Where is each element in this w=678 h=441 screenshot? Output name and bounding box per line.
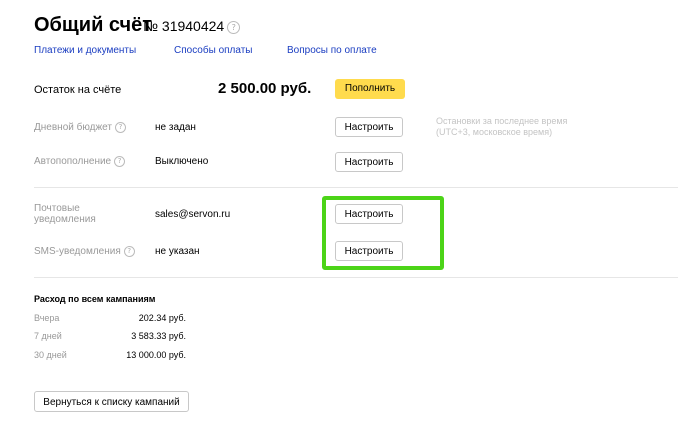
sms-notifications-label: SMS-уведомления?	[34, 246, 135, 257]
account-number: № 31940424?	[143, 18, 241, 34]
autopay-configure-button[interactable]: Настроить	[335, 152, 403, 172]
highlight-frame	[322, 196, 444, 270]
spending-label-30days: 30 дней	[34, 350, 67, 360]
spending-value-30days: 13 000.00 руб.	[126, 350, 186, 360]
stoppages-note: Остановки за последнее время (UTC+3, мос…	[436, 116, 567, 138]
spending-title: Расход по всем кампаниям	[34, 294, 156, 304]
help-icon[interactable]: ?	[114, 156, 126, 167]
daily-budget-label-text: Дневной бюджет	[34, 122, 112, 134]
back-to-campaigns-button[interactable]: Вернуться к списку кампаний	[34, 391, 189, 412]
balance-label: Остаток на счёте	[34, 84, 122, 96]
help-icon[interactable]: ?	[123, 246, 135, 257]
daily-budget-value: не задан	[155, 122, 196, 133]
link-payment-questions[interactable]: Вопросы по оплате	[287, 45, 377, 56]
link-payment-methods[interactable]: Способы оплаты	[174, 45, 253, 56]
spending-label-yesterday: Вчера	[34, 313, 60, 323]
link-payments-documents[interactable]: Платежи и документы	[34, 45, 136, 56]
help-icon[interactable]: ?	[114, 122, 126, 133]
sms-notifications-label-text: SMS-уведомления	[34, 246, 121, 258]
autopay-label-text: Автопополнение	[34, 156, 112, 168]
stoppages-note-line2: (UTC+3, московское время)	[436, 127, 553, 137]
account-number-text: № 31940424	[143, 18, 225, 34]
topup-button[interactable]: Пополнить	[335, 79, 405, 99]
autopay-value: Выключено	[155, 156, 209, 167]
daily-budget-configure-button[interactable]: Настроить	[335, 117, 403, 137]
divider	[34, 277, 678, 278]
email-notifications-label: Почтовые уведомления	[34, 203, 96, 225]
spending-label-7days: 7 дней	[34, 331, 62, 341]
divider	[34, 187, 678, 188]
sms-notifications-value: не указан	[155, 246, 200, 257]
page-title: Общий счёт	[34, 14, 153, 36]
daily-budget-label: Дневной бюджет?	[34, 122, 126, 133]
email-notifications-value: sales@servon.ru	[155, 209, 231, 220]
stoppages-note-line1: Остановки за последнее время	[436, 116, 568, 126]
email-notifications-label-line1: Почтовые	[34, 203, 80, 214]
autopay-label: Автопополнение?	[34, 156, 126, 168]
balance-amount: 2 500.00 руб.	[218, 80, 312, 97]
email-notifications-label-line2: уведомления	[34, 214, 96, 225]
spending-value-yesterday: 202.34 руб.	[138, 313, 186, 323]
spending-value-7days: 3 583.33 руб.	[131, 331, 186, 341]
help-icon[interactable]: ?	[227, 20, 241, 34]
